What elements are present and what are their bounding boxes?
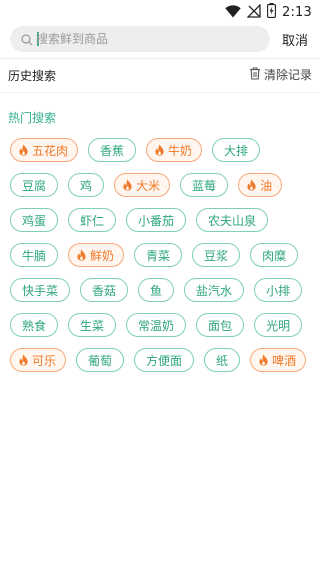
hot-search-tag[interactable]: 生菜 [68,313,117,337]
battery-charging-icon [267,2,276,22]
clear-history-label: 清除记录 [263,68,312,82]
hot-search-tag[interactable]: 五花肉 [10,138,79,162]
hot-search-tag[interactable]: 香菇 [80,278,129,302]
hot-search-tag[interactable]: 农夫山泉 [196,208,269,232]
hot-search-tag-label: 五花肉 [32,143,69,158]
search-input[interactable] [36,29,261,49]
hot-search-tag[interactable]: 光明 [254,313,303,337]
hot-search-tag-label: 纸 [216,353,229,368]
hot-search-tag-label: 香蕉 [100,143,125,158]
hot-search-tag-label: 盐汽水 [196,283,233,298]
hot-search-tag-label: 鸡蛋 [22,213,47,228]
hot-search-tag[interactable]: 鱼 [138,278,175,302]
hot-search-tag[interactable]: 虾仁 [68,208,117,232]
hot-search-tag-label: 牛奶 [168,143,193,158]
hot-search-tags: 五花肉 香蕉 牛奶 大排豆腐 鸡 大米 蓝莓 油鸡蛋 虾仁 小番茄 农夫山泉牛腩 鲜奶 青菜 豆浆 肉糜快手… [10,138,315,372]
hot-search-tag[interactable]: 牛奶 [146,138,203,162]
no-signal-icon [246,2,261,22]
clear-history-button[interactable]: 清除记录 [249,66,312,83]
hot-search-tag[interactable]: 啤酒 [250,348,307,372]
hot-search-tag[interactable]: 鸡蛋 [10,208,59,232]
hot-search-tag[interactable]: 熟食 [10,313,59,337]
hot-search-tag[interactable]: 香蕉 [88,138,137,162]
hot-search-tag-label: 虾仁 [80,213,105,228]
hot-search-tag[interactable]: 盐汽水 [184,278,245,302]
hot-search-tag-label: 面包 [208,318,233,333]
flame-icon [122,179,133,191]
hot-search-tag-label: 方便面 [146,353,183,368]
hot-search-tag-label: 鸡 [80,178,93,193]
hot-search-tag-label: 油 [260,178,273,193]
hot-search-tag[interactable]: 油 [238,173,283,197]
hot-search-tag[interactable]: 蓝莓 [180,173,229,197]
flame-icon [18,144,29,156]
hot-search-tag[interactable]: 面包 [196,313,245,337]
flame-icon [246,179,257,191]
hot-search-tag-label: 蓝莓 [192,178,217,193]
hot-search-tag-label: 牛腩 [22,248,47,263]
hot-search-tag-label: 熟食 [22,318,47,333]
hot-search-tag-label: 鱼 [150,283,163,298]
hot-search-tag[interactable]: 肉糜 [250,243,299,267]
hot-search-tag-label: 大米 [136,178,161,193]
cancel-button[interactable]: 取消 [282,30,308,49]
hot-search-tag[interactable]: 大排 [212,138,261,162]
hot-search-tag-label: 农夫山泉 [208,213,257,228]
hot-search-tag[interactable]: 牛腩 [10,243,59,267]
hot-search-tag[interactable]: 小番茄 [126,208,187,232]
history-divider [0,92,320,93]
hot-search-tag-label: 香菇 [92,283,117,298]
search-icon [20,32,34,46]
hot-search-tag-label: 常温奶 [138,318,175,333]
hot-search-tag-label: 小番茄 [138,213,175,228]
status-time: 2:13 [282,4,312,20]
hot-search-tag[interactable]: 鲜奶 [68,243,125,267]
hot-search-tag[interactable]: 快手菜 [10,278,71,302]
hot-search-tag[interactable]: 青菜 [134,243,183,267]
history-section-header: 历史搜索 清除记录 [0,64,320,86]
status-icons: 2:13 [225,2,312,22]
hot-search-tag[interactable]: 常温奶 [126,313,187,337]
flame-icon [258,354,269,366]
hot-search-tag-label: 可乐 [32,353,57,368]
divider [0,58,320,59]
search-box[interactable] [10,26,270,52]
hot-search-tag[interactable]: 可乐 [10,348,67,372]
wifi-icon [225,3,241,22]
hot-search-tag[interactable]: 小排 [254,278,303,302]
hot-search-tag-label: 光明 [266,318,291,333]
hot-search-tag[interactable]: 葡萄 [76,348,125,372]
hot-search-tag-label: 豆浆 [204,248,229,263]
hot-search-tag[interactable]: 方便面 [134,348,195,372]
status-bar: 2:13 [0,0,320,24]
flame-icon [76,249,87,261]
hot-search-tag-label: 小排 [266,283,291,298]
hot-search-tag[interactable]: 豆浆 [192,243,241,267]
history-title: 历史搜索 [8,69,57,83]
hot-search-tag-label: 肉糜 [262,248,287,263]
hot-search-tag[interactable]: 豆腐 [10,173,59,197]
hot-search-title: 热门搜索 [8,111,57,125]
hot-search-tag-label: 大排 [224,143,249,158]
hot-search-tag-label: 葡萄 [88,353,113,368]
trash-icon [249,66,261,83]
flame-icon [154,144,165,156]
flame-icon [18,354,29,366]
hot-search-tag[interactable]: 鸡 [68,173,105,197]
hot-search-tag-label: 青菜 [146,248,171,263]
hot-search-tag-label: 豆腐 [22,178,47,193]
hot-search-tag-label: 鲜奶 [90,248,115,263]
search-bar: 取消 [0,26,320,54]
hot-search-tag[interactable]: 纸 [204,348,241,372]
hot-search-tag-label: 啤酒 [272,353,297,368]
hot-search-tag-label: 生菜 [80,318,105,333]
hot-search-tag-label: 快手菜 [22,283,59,298]
hot-search-tag[interactable]: 大米 [114,173,171,197]
